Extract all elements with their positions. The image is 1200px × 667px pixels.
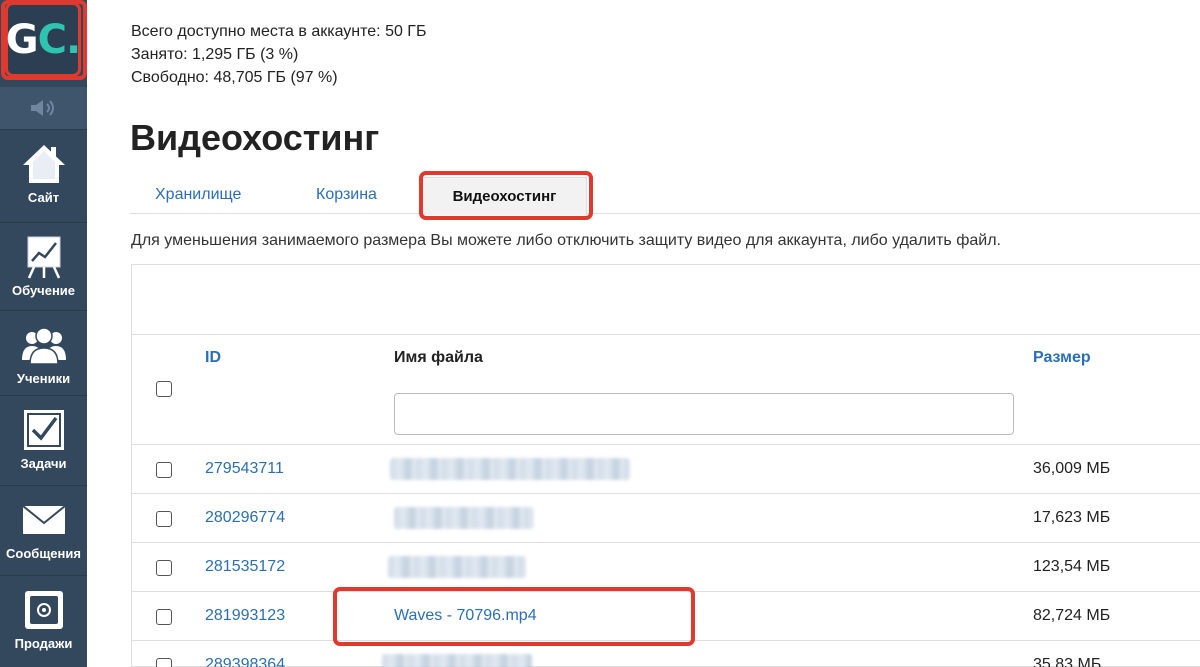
blurred-filename	[382, 654, 532, 667]
tab-trash[interactable]: Корзина	[316, 186, 377, 204]
select-all-checkbox[interactable]	[156, 381, 172, 397]
row-checkbox[interactable]	[156, 658, 172, 667]
sidebar-item-messages[interactable]: Сообщения	[0, 485, 87, 575]
users-icon	[20, 323, 68, 367]
row-checkbox[interactable]	[156, 511, 172, 527]
row-checkbox[interactable]	[156, 462, 172, 478]
sidebar-item-tasks[interactable]: Задачи	[0, 395, 87, 485]
row-id-link[interactable]: 280296774	[205, 509, 285, 527]
blurred-filename	[388, 556, 526, 578]
row-size: 36,009 МБ	[1033, 460, 1111, 477]
row-size: 82,724 МБ	[1033, 607, 1111, 624]
column-header-size[interactable]: Размер	[1033, 349, 1091, 367]
row-id-link[interactable]: 281535172	[205, 558, 285, 576]
row-size: 123,54 МБ	[1033, 558, 1111, 575]
sidebar-item-label: Продажи	[14, 636, 73, 651]
row-id-link[interactable]: 281993123	[205, 607, 285, 625]
highlight-videohosting-tab	[419, 171, 593, 220]
row-checkbox[interactable]	[156, 609, 172, 625]
blurred-filename	[390, 458, 630, 480]
storage-total: Всего доступно места в аккаунте: 50 ГБ	[131, 23, 427, 40]
table-row: 279543711 36,009 МБ	[132, 445, 1200, 494]
row-size: 35,83 МБ	[1033, 656, 1102, 667]
highlight-logo	[1, 0, 87, 80]
sidebar-item-site[interactable]: Сайт	[0, 129, 87, 222]
sidebar-item-label: Сайт	[27, 190, 60, 205]
sidebar-item-label: Ученики	[16, 371, 71, 386]
storage-summary: Всего доступно места в аккаунте: 50 ГБ З…	[131, 20, 426, 89]
speaker-button[interactable]	[0, 87, 87, 129]
row-size: 17,623 МБ	[1033, 509, 1111, 526]
chart-board-icon	[20, 235, 68, 279]
filename-filter-input[interactable]	[394, 393, 1014, 435]
table-row: 280296774 17,623 МБ	[132, 494, 1200, 543]
table-toolbar	[132, 265, 1200, 335]
speaker-icon	[30, 100, 54, 116]
row-id-link[interactable]: 289398364	[205, 656, 285, 667]
safe-icon	[20, 588, 68, 632]
info-text: Для уменьшения занимаемого размера Вы мо…	[131, 232, 1001, 249]
sidebar-item-learning[interactable]: Обучение	[0, 222, 87, 310]
tab-bar: Хранилище Корзина Видеохостинг	[130, 177, 1200, 215]
column-header-id[interactable]: ID	[205, 349, 221, 367]
storage-free: Свободно: 48,705 ГБ (97 %)	[131, 69, 338, 86]
storage-used: Занято: 1,295 ГБ (3 %)	[131, 46, 299, 63]
sidebar-item-label: Сообщения	[6, 546, 81, 561]
page-title: Видеохостинг	[130, 117, 380, 158]
sidebar: GC. Сайт Обучение Ученики Задачи Сообщен…	[0, 0, 87, 667]
blurred-filename	[394, 507, 534, 529]
row-checkbox[interactable]	[156, 560, 172, 576]
sidebar-item-label: Обучение	[11, 283, 76, 298]
sidebar-item-label: Задачи	[20, 456, 67, 471]
table-row: 281535172 123,54 МБ	[132, 543, 1200, 592]
highlight-waves-file	[333, 587, 695, 646]
house-icon	[20, 142, 68, 186]
envelope-icon	[20, 498, 68, 542]
sidebar-item-sales[interactable]: Продажи	[0, 575, 87, 667]
row-id-link[interactable]: 279543711	[205, 460, 284, 478]
sidebar-item-students[interactable]: Ученики	[0, 310, 87, 395]
checkbox-icon	[20, 408, 68, 452]
column-header-filename: Имя файла	[394, 349, 483, 366]
tab-storage[interactable]: Хранилище	[155, 186, 241, 204]
